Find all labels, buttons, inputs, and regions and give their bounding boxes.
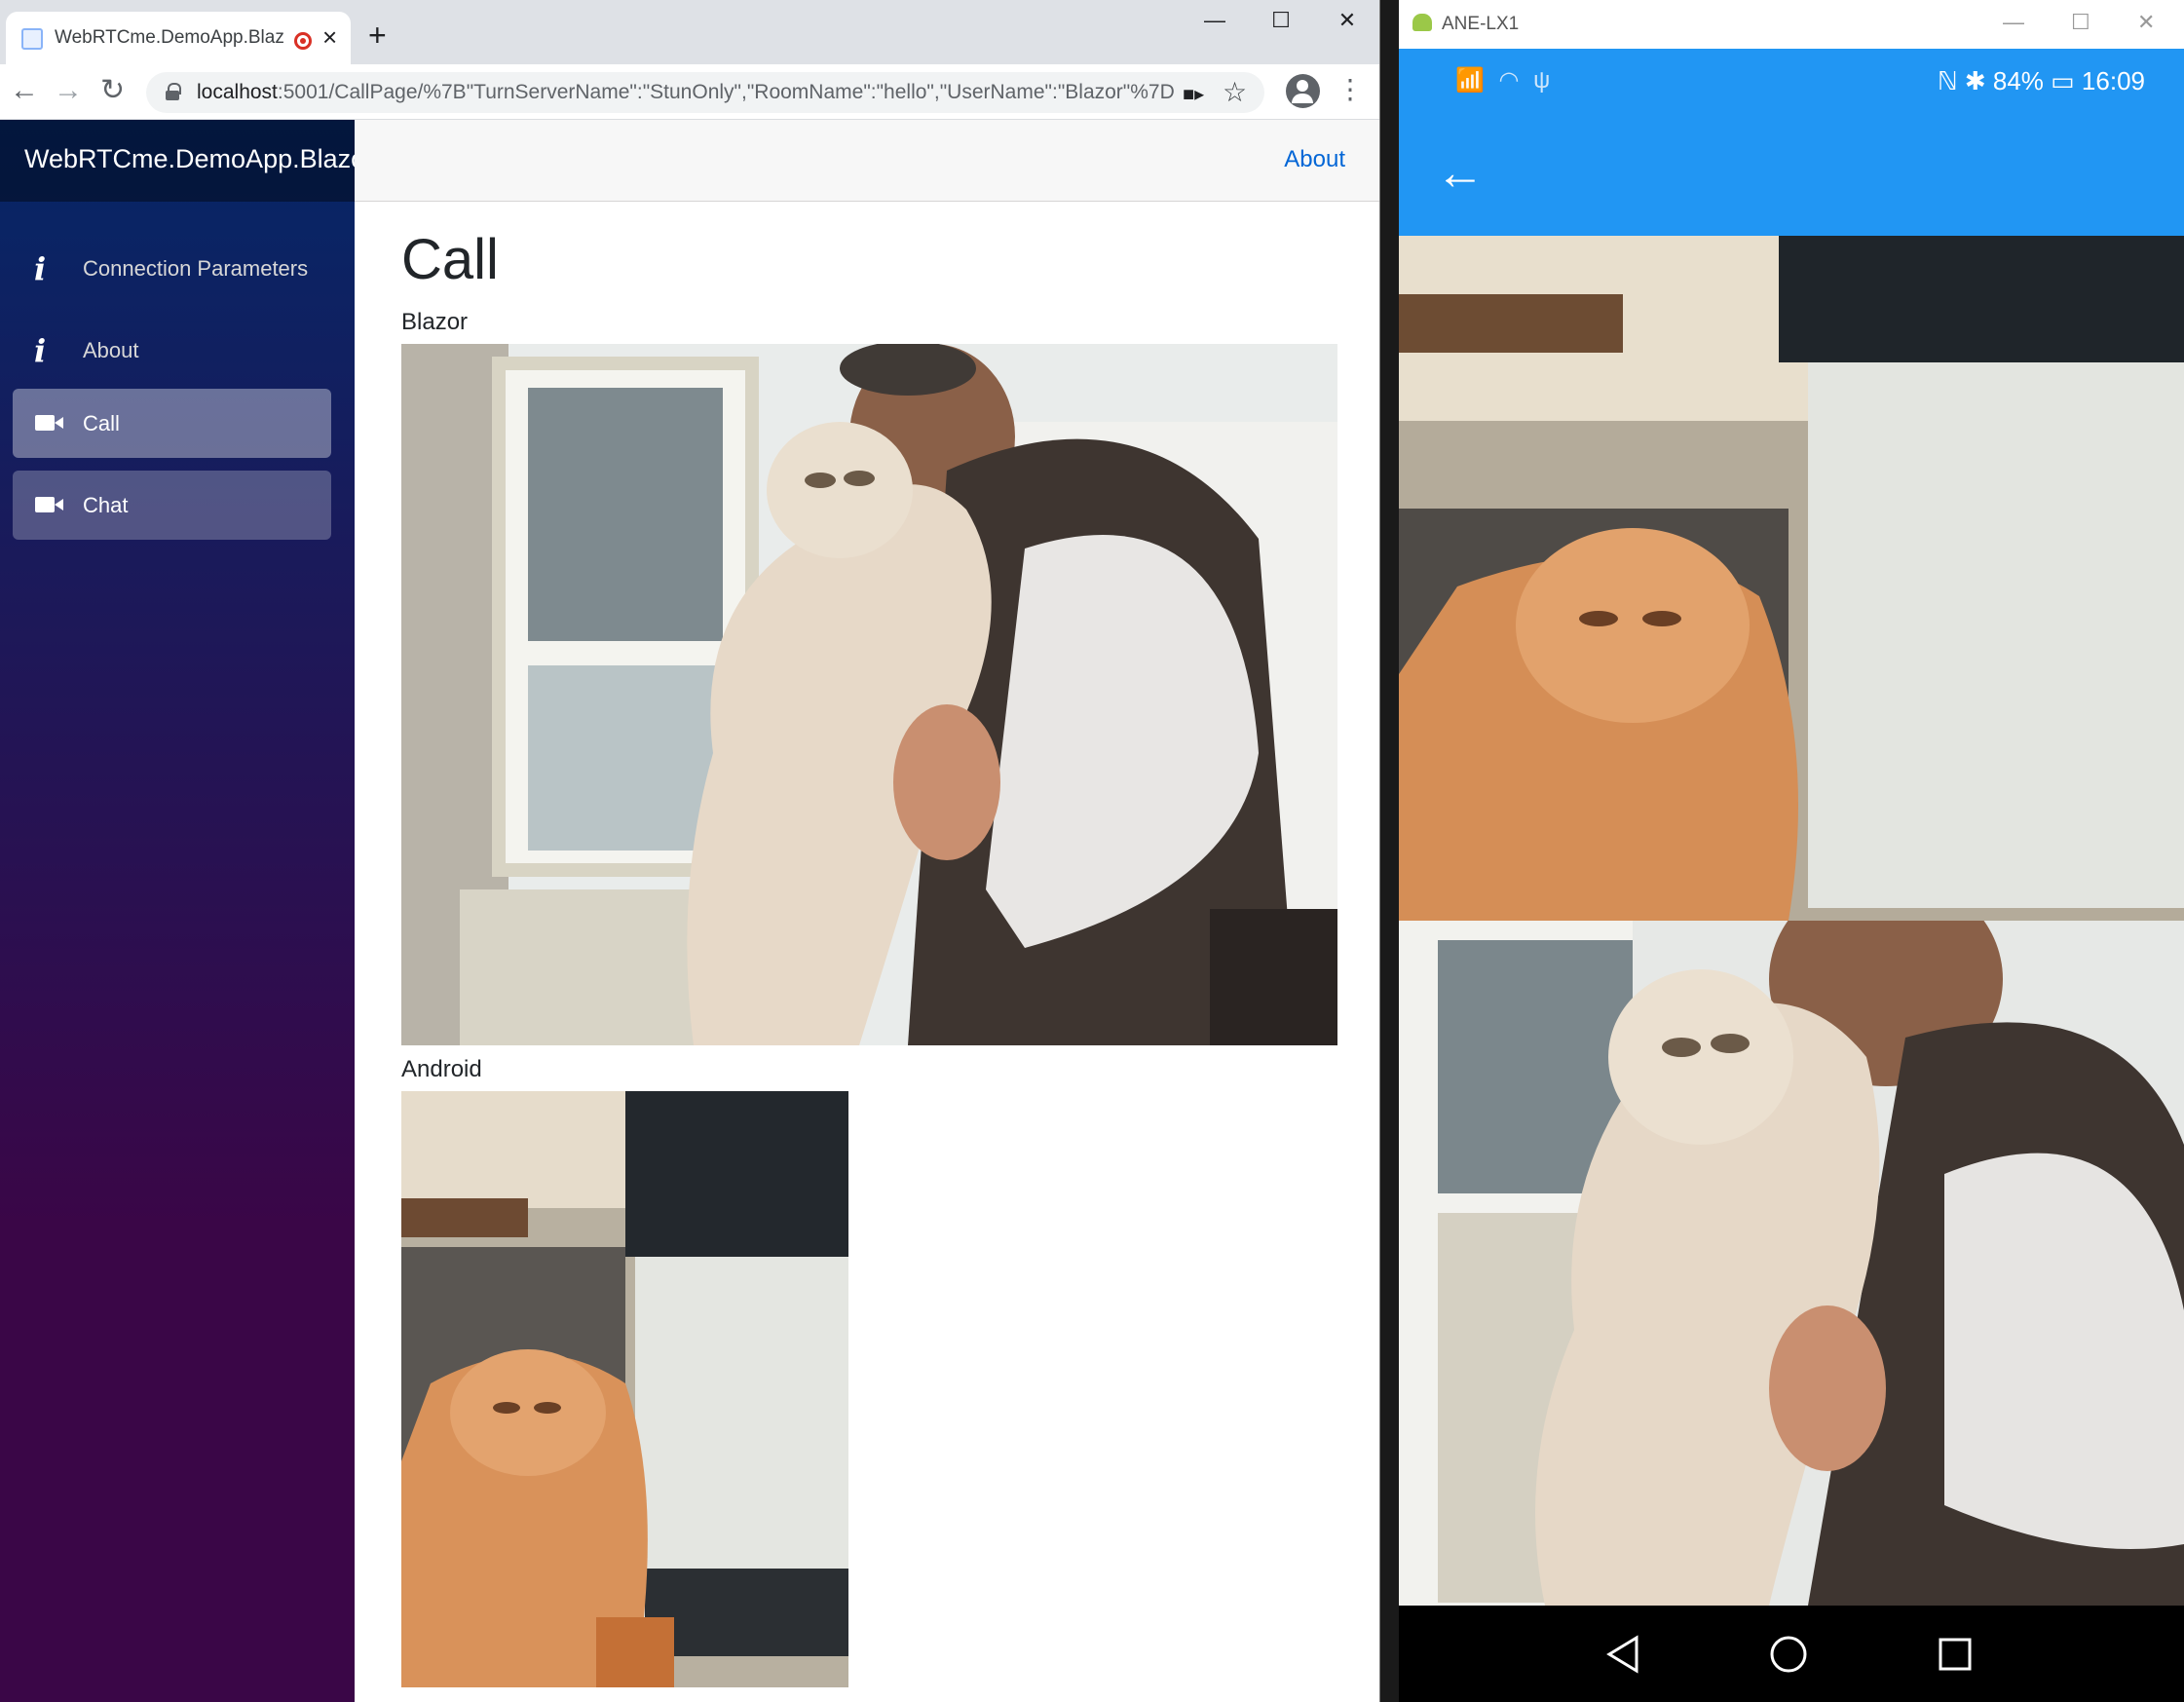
bookmark-star-icon[interactable]: ☆: [1223, 76, 1247, 108]
remote-video-android[interactable]: [401, 1091, 848, 1687]
emulator-title: ANE-LX1: [1442, 14, 1520, 34]
signal-wifi-usb-icons: 📶 ◠ ψ: [1455, 67, 1555, 94]
main-content: Call Blazor Android: [355, 202, 1379, 1702]
window-minimize-button[interactable]: —: [1186, 8, 1244, 33]
emulator-maximize-button[interactable]: ☐: [2071, 10, 2090, 35]
address-bar[interactable]: localhost:5001/CallPage/%7B"TurnServerNa…: [146, 72, 1264, 113]
android-remote-video[interactable]: [1399, 921, 2184, 1606]
video-frame-person-with-cat: [1399, 921, 2184, 1606]
video-frame-person-with-cat: [401, 344, 1337, 1045]
android-status-bar: 📶 ◠ ψ ℕ ✱ 84% ▭ 16:09: [1399, 49, 2184, 114]
web-page: WebRTCme.DemoApp.Blazor i Connection Par…: [0, 120, 1379, 1702]
sidebar-item-label: Call: [83, 411, 120, 435]
browser-toolbar: ← → ↻ localhost:5001/CallPage/%7B"TurnSe…: [0, 64, 1379, 120]
info-icon: i: [34, 250, 47, 287]
stream-label-android: Android: [401, 1056, 482, 1082]
sidebar-item-label: Chat: [83, 493, 129, 517]
sidebar-item-label: About: [83, 338, 139, 362]
info-icon: i: [34, 332, 47, 369]
browser-menu-icon[interactable]: ⋮: [1337, 70, 1364, 109]
browser-tab[interactable]: WebRTCme.DemoApp.Blazor ×: [6, 12, 351, 64]
sidebar-item-connection-parameters[interactable]: i Connection Parameters: [13, 234, 331, 303]
brand-bar: WebRTCme.DemoApp.Blazor: [0, 120, 374, 202]
profile-avatar-icon[interactable]: [1286, 74, 1320, 108]
tab-strip: WebRTCme.DemoApp.Blazor × + — ☐ ✕: [0, 0, 1379, 64]
page-favicon-icon: [21, 28, 43, 50]
camera-in-use-icon[interactable]: ■▸: [1183, 82, 1204, 106]
video-camera-icon: [35, 415, 63, 431]
window-close-button[interactable]: ✕: [1318, 8, 1376, 33]
window-maximize-button[interactable]: ☐: [1252, 8, 1310, 33]
new-tab-button[interactable]: +: [368, 19, 387, 51]
recording-indicator-icon: [294, 32, 312, 50]
brand-title[interactable]: WebRTCme.DemoApp.Blazor: [24, 144, 374, 174]
back-arrow-icon[interactable]: ←: [1436, 143, 1485, 202]
back-button[interactable]: ←: [10, 74, 39, 107]
sidebar-item-label: Connection Parameters: [83, 256, 309, 281]
browser-window: WebRTCme.DemoApp.Blazor × + — ☐ ✕ ← → ↻ …: [0, 0, 1380, 1702]
url-path: :5001/CallPage/%7B"TurnServerName":"Stun…: [277, 81, 1175, 103]
sidebar-item-about[interactable]: i About: [13, 316, 331, 385]
video-frame-cat-at-monitor: [401, 1091, 848, 1687]
about-link[interactable]: About: [1284, 146, 1345, 173]
url-text: localhost:5001/CallPage/%7B"TurnServerNa…: [197, 81, 1175, 104]
android-app-bar: ←: [1399, 114, 2184, 236]
android-nav-bar: [1399, 1606, 2184, 1702]
back-triangle-icon[interactable]: [1605, 1635, 1640, 1674]
reload-button[interactable]: ↻: [100, 74, 125, 107]
local-video-blazor[interactable]: [401, 344, 1337, 1045]
tab-title: WebRTCme.DemoApp.Blazor: [55, 27, 284, 48]
sidebar: WebRTCme.DemoApp.Blazor i Connection Par…: [0, 120, 374, 1702]
sidebar-item-call[interactable]: Call: [13, 389, 331, 458]
forward-button[interactable]: →: [54, 74, 83, 107]
video-frame-cat-at-monitor: [1399, 236, 2184, 921]
tab-close-icon[interactable]: ×: [322, 23, 337, 51]
url-host: localhost: [197, 81, 278, 103]
home-circle-icon[interactable]: [1769, 1635, 1808, 1674]
video-camera-icon: [35, 497, 63, 512]
lock-icon: [166, 83, 181, 100]
emulator-close-button[interactable]: ✕: [2137, 10, 2155, 35]
android-local-video[interactable]: [1399, 236, 2184, 921]
emulator-minimize-button[interactable]: —: [2003, 10, 2024, 35]
emulator-titlebar: ANE-LX1 — ☐ ✕: [1399, 0, 2184, 49]
stream-label-blazor: Blazor: [401, 309, 469, 335]
sidebar-item-chat[interactable]: Chat: [13, 471, 331, 540]
recents-square-icon[interactable]: [1938, 1637, 1973, 1672]
android-emulator-window: ANE-LX1 — ☐ ✕ 📶 ◠ ψ ℕ ✱ 84% ▭ 16:09 ←: [1399, 0, 2184, 1702]
android-logo-icon: [1412, 14, 1432, 31]
page-title: Call: [401, 228, 499, 291]
status-right: ℕ ✱ 84% ▭ 16:09: [1937, 66, 2145, 95]
top-row: About: [355, 120, 1379, 202]
